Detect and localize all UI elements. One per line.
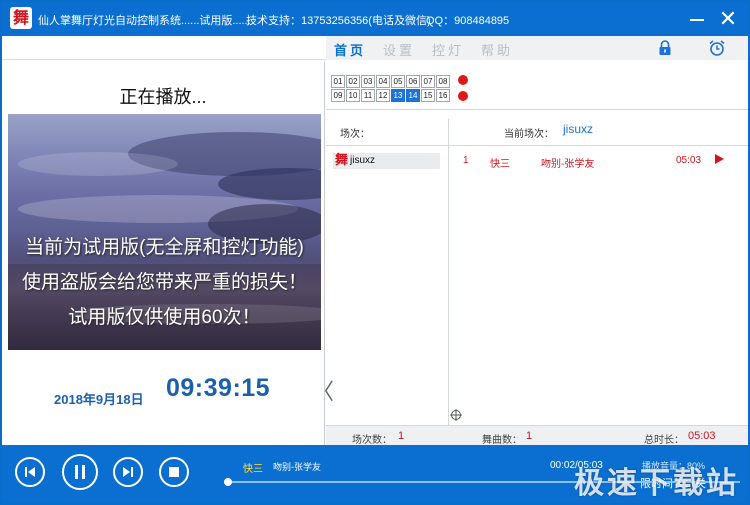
menu-item-help[interactable]: 帮助	[481, 40, 513, 59]
previous-button[interactable]	[15, 457, 45, 487]
app-window: 舞 仙人掌舞厅灯光自动控制系统......试用版...... 技术支持：1375…	[0, 0, 750, 505]
channel-cell[interactable]: 10	[346, 89, 360, 102]
channel-cell[interactable]: 07	[421, 75, 435, 88]
alarm-clock-icon[interactable]	[708, 39, 726, 57]
now-playing-panel: 正在播放... 当前为试用版(无全屏和控灯功能) 使用盗版会给您带来严重的损失！…	[2, 61, 334, 445]
dance-icon: 舞	[335, 153, 349, 168]
song-type: 快三	[490, 159, 510, 170]
channel-cell[interactable]: 05	[391, 75, 405, 88]
song-duration: 05:03	[676, 155, 702, 166]
channel-cell-active[interactable]: 14	[406, 89, 420, 102]
skip-previous-icon	[25, 467, 35, 477]
channel-cell[interactable]: 08	[436, 75, 450, 88]
panel-divider	[324, 61, 325, 445]
scene-list-header: 场次：	[340, 129, 370, 140]
menu-item-home[interactable]: 首页	[334, 40, 366, 59]
app-logo: 舞	[10, 7, 32, 29]
play-song-icon[interactable]	[715, 154, 724, 164]
progress-knob[interactable]	[224, 478, 232, 486]
now-playing-title: 吻别-张学友	[273, 462, 321, 472]
scene-count-label: 场次数：	[352, 435, 392, 446]
now-playing-type: 快三	[243, 464, 263, 475]
channel-cell[interactable]: 15	[421, 89, 435, 102]
menu-item-settings[interactable]: 设置	[383, 40, 415, 59]
stop-button[interactable]	[159, 457, 189, 487]
scene-count-value: 1	[398, 430, 405, 442]
title-bar: 舞 仙人掌舞厅灯光自动控制系统......试用版...... 技术支持：1375…	[2, 2, 748, 36]
crosshair-icon[interactable]	[450, 409, 462, 421]
cover-image: 当前为试用版(无全屏和控灯功能) 使用盗版会给您带来严重的损失！ 试用版仅供使用…	[8, 114, 321, 350]
lock-icon[interactable]	[658, 40, 672, 56]
menu-item-lights[interactable]: 控灯	[432, 40, 464, 59]
channel-cell[interactable]: 16	[436, 89, 450, 102]
song-count-label: 舞曲数：	[482, 435, 522, 446]
status-indicator-red	[458, 91, 468, 101]
now-playing-label: 正在播放...	[119, 87, 207, 107]
window-title: 仙人掌舞厅灯光自动控制系统......试用版......	[38, 15, 251, 27]
channel-cell[interactable]: 06	[406, 75, 420, 88]
channel-cell-active[interactable]: 13	[391, 89, 405, 102]
total-duration-value: 05:03	[688, 430, 716, 442]
trial-notice-line-3: 试用版仅供使用60次！	[68, 307, 261, 328]
stop-icon	[169, 467, 179, 477]
channel-cell[interactable]: 02	[346, 75, 360, 88]
header-divider	[326, 145, 748, 146]
song-title: 吻别-张学友	[541, 159, 595, 170]
channel-cell[interactable]: 11	[361, 89, 375, 102]
support-phone: 技术支持：13753256356(电话及微信)	[246, 15, 431, 27]
current-scene-value: jisuxz	[563, 122, 594, 136]
current-scene-label: 当前场次：	[504, 129, 554, 140]
next-button[interactable]	[113, 457, 143, 487]
close-button[interactable]: ✕	[716, 6, 740, 32]
pause-icon	[75, 465, 85, 479]
song-index: 1	[463, 155, 469, 166]
grid-divider	[326, 109, 748, 110]
minimize-button[interactable]	[690, 19, 704, 21]
song-count-value: 1	[526, 430, 533, 442]
scene-list-item[interactable]: 舞 jisuxz	[333, 153, 440, 169]
menu-bar: 首页 设置 控灯 帮助	[2, 36, 748, 60]
channel-cell[interactable]: 04	[376, 75, 390, 88]
channel-cell[interactable]: 01	[331, 75, 345, 88]
pause-button[interactable]	[62, 454, 98, 490]
scene-name: jisuxz	[350, 155, 376, 166]
skip-next-icon	[123, 467, 133, 477]
trial-notice-line-1: 当前为试用版(无全屏和控灯功能)	[25, 237, 304, 258]
channel-cell[interactable]: 12	[376, 89, 390, 102]
trial-notice-line-2: 使用盗版会给您带来严重的损失！	[21, 272, 307, 293]
channel-cell[interactable]: 03	[361, 75, 375, 88]
scene-song-divider	[448, 119, 449, 425]
collapse-panel-button[interactable]: 〈	[312, 377, 334, 407]
channel-cell[interactable]: 09	[331, 89, 345, 102]
support-qq: QQ：908484895	[426, 15, 510, 27]
status-indicator-red	[458, 75, 468, 85]
total-duration-label: 总时长：	[644, 435, 684, 446]
date-display: 2018年9月18日	[54, 392, 144, 407]
clock-display: 09:39:15	[166, 374, 271, 402]
stats-bar: 场次数： 1 舞曲数： 1 总时长： 05:03	[326, 425, 748, 446]
watermark: 极速下载站	[574, 467, 739, 500]
